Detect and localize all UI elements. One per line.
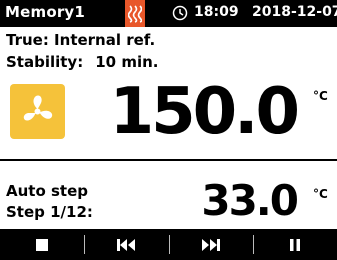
- stop-button[interactable]: [0, 229, 84, 260]
- current-temperature: 150.0: [109, 75, 300, 149]
- status-bar: Memory1 18:09 2018-12-07: [0, 0, 337, 27]
- pause-button[interactable]: [252, 229, 337, 260]
- step-temperature: 33.0: [201, 176, 299, 225]
- previous-button[interactable]: [84, 229, 168, 260]
- next-button[interactable]: [168, 229, 253, 260]
- control-toolbar: [0, 229, 337, 260]
- stability-value: 10 min.: [95, 53, 159, 71]
- controller-screen: Memory1 18:09 2018-12-07 True: Internal …: [0, 0, 337, 260]
- stop-icon: [36, 238, 49, 251]
- step-counter: Step 1/12:: [6, 203, 93, 221]
- temperature-unit: °C: [313, 89, 328, 103]
- control-mode-text: True: Internal ref.: [6, 31, 156, 49]
- program-mode-label: Auto step: [6, 182, 88, 200]
- pause-icon: [289, 238, 300, 251]
- stability-row: Stability: 10 min.: [6, 53, 158, 71]
- skip-next-icon: [201, 238, 220, 251]
- step-temperature-unit: °C: [313, 187, 328, 201]
- clock-icon: [172, 5, 188, 21]
- memory-title: Memory1: [5, 3, 86, 21]
- fan-icon[interactable]: [10, 84, 65, 139]
- clock-time: 18:09: [194, 4, 239, 20]
- clock-date: 2018-12-07: [252, 4, 337, 20]
- stability-label: Stability:: [6, 53, 84, 71]
- skip-previous-icon: [117, 238, 136, 251]
- heater-icon: [125, 0, 145, 27]
- divider: [0, 159, 337, 161]
